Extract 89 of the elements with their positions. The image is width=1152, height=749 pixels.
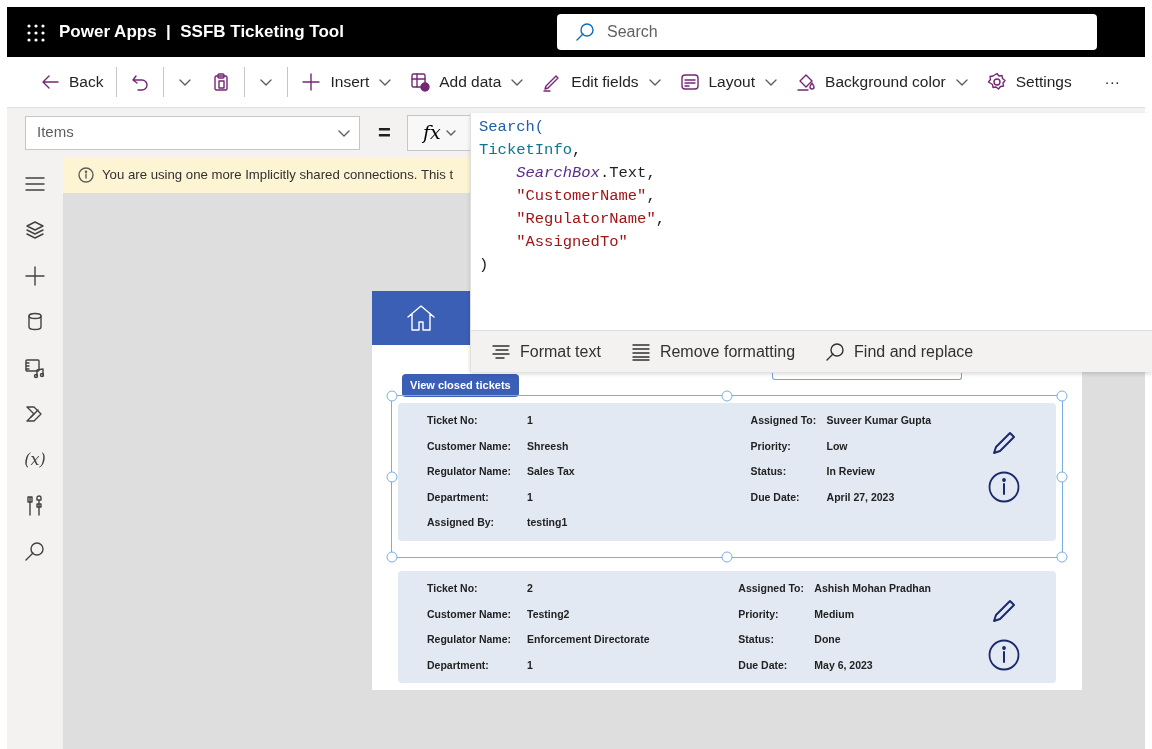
info-icon [78, 167, 94, 183]
property-dropdown[interactable]: Items [25, 115, 360, 150]
code-line: "CustomerName", [515, 186, 657, 207]
field-label: Assigned By: [427, 515, 496, 530]
field-value: May 6, 2023 [814, 657, 874, 673]
edit-fields-button[interactable]: Edit fields [533, 66, 671, 98]
find-button[interactable]: Find and replace [825, 339, 974, 364]
media-icon[interactable] [24, 357, 46, 379]
pencil-icon[interactable] [990, 597, 1018, 625]
view-closed-tickets-button[interactable]: View closed tickets [402, 374, 519, 397]
pencil-icon[interactable] [990, 429, 1018, 457]
field-value: Enforcement Directorate [527, 632, 650, 647]
insert-button[interactable]: Insert [292, 66, 402, 98]
field-value: Low [826, 438, 849, 454]
equals-sign: = [378, 119, 391, 147]
field-label: Department: [427, 489, 490, 505]
resize-handle[interactable] [1056, 551, 1068, 563]
field-label: Priority: [750, 438, 792, 454]
app-launcher-icon[interactable] [27, 23, 45, 42]
field-value: Suveer Kumar Gupta [826, 413, 931, 428]
info-icon[interactable] [988, 639, 1020, 671]
resize-handle[interactable] [386, 471, 398, 482]
field-label: Priority: [738, 606, 780, 622]
code-line: ) [479, 255, 490, 276]
field-value: Testing2 [527, 606, 571, 622]
layout-button[interactable]: Layout [670, 66, 788, 98]
field-value: 1 [527, 413, 534, 428]
info-icon[interactable] [988, 471, 1020, 503]
resize-handle[interactable] [386, 551, 398, 563]
field-label: Ticket No: [427, 581, 479, 596]
field-label: Customer Name: [427, 438, 513, 454]
code-line: TicketInfo, [479, 140, 583, 161]
field-value: Sales Tax [527, 464, 575, 479]
code-line: Search( [479, 117, 546, 138]
clear-button[interactable]: Remove formatting [630, 339, 796, 364]
field-value: 2 [527, 581, 534, 596]
field-value: Medium [814, 606, 855, 622]
field-label: Assigned To: [750, 413, 818, 428]
field-label: Department: [427, 657, 490, 673]
resize-handle[interactable] [1056, 390, 1068, 402]
ticket-card[interactable]: Ticket No: 1 Customer Name: Shreesh Regulator Name: Sales Tax Department: 1 Assigned By: testing1 Assigned To: Suveer Kumar Gupta Priority: Low Status: In Review Due Date: April 27, 2023 [398, 403, 1056, 541]
search-icon [825, 341, 846, 362]
field-label: Status: [750, 464, 788, 479]
table-add-icon [410, 72, 431, 92]
code-line: SearchBox.Text, [515, 163, 657, 184]
ticket-card[interactable]: Ticket No: 2 Customer Name: Testing2 Regulator Name: Enforcement Directorate Department: 1 Assigned To: Ashish Mohan Pradhan Priority: Medium Status: Done Due Date: May 6, 2023 [398, 571, 1056, 683]
background-button[interactable]: Background color [787, 66, 978, 98]
format-button[interactable]: Format text [491, 339, 601, 364]
code-line: "RegulatorName", [515, 209, 667, 230]
field-label: Status: [738, 632, 775, 647]
field-value: April 27, 2023 [826, 489, 896, 505]
warning-message: You are using one more Implicitly shared connections. This t [102, 166, 454, 185]
field-value: 1 [527, 489, 534, 505]
app-title: Power Apps | SSFB Ticketing Tool [59, 21, 344, 44]
plus-icon[interactable] [24, 265, 46, 287]
lines-icon [630, 341, 651, 362]
variables-button[interactable]: (x) [22, 447, 48, 473]
search-field[interactable]: Search [557, 14, 1097, 50]
home-icon[interactable] [405, 302, 437, 334]
field-label: Assigned To: [738, 581, 806, 596]
field-value: testing1 [527, 515, 569, 530]
code-editor[interactable]: Search( TicketInfo, SearchBox.Text, "CustomerName", "RegulatorName", "AssignedTo" ) [471, 113, 1152, 330]
plus-icon [301, 72, 322, 92]
field-value: Done [814, 632, 842, 647]
resize-handle[interactable] [721, 551, 733, 563]
settings-button[interactable]: Settings [977, 66, 1081, 98]
field-value: Shreesh [527, 438, 570, 454]
field-label: Customer Name: [427, 606, 513, 622]
add-data-button[interactable]: Add data [401, 66, 534, 98]
layout-icon [679, 72, 700, 92]
resize-handle[interactable] [721, 390, 733, 402]
code-line: "AssignedTo" [515, 232, 629, 253]
back-button[interactable]: Back [31, 66, 113, 98]
search-icon[interactable] [24, 541, 46, 563]
field-label: Due Date: [738, 657, 789, 673]
field-label: Due Date: [750, 489, 801, 505]
paint-bucket-icon [796, 72, 817, 92]
field-value: 1 [527, 657, 534, 673]
resize-handle[interactable] [386, 390, 398, 402]
field-label: Regulator Name: [427, 632, 512, 647]
more-button[interactable]: ··· [1095, 66, 1129, 98]
field-label: Regulator Name: [427, 464, 512, 479]
field-label: Ticket No: [427, 413, 479, 428]
function-button[interactable]: fx [406, 114, 473, 151]
search-icon [575, 22, 595, 42]
layers-icon[interactable] [24, 219, 46, 241]
field-value: Ashish Mohan Pradhan [814, 581, 931, 596]
field-value: In Review [826, 464, 876, 479]
settings-icon [986, 72, 1007, 92]
